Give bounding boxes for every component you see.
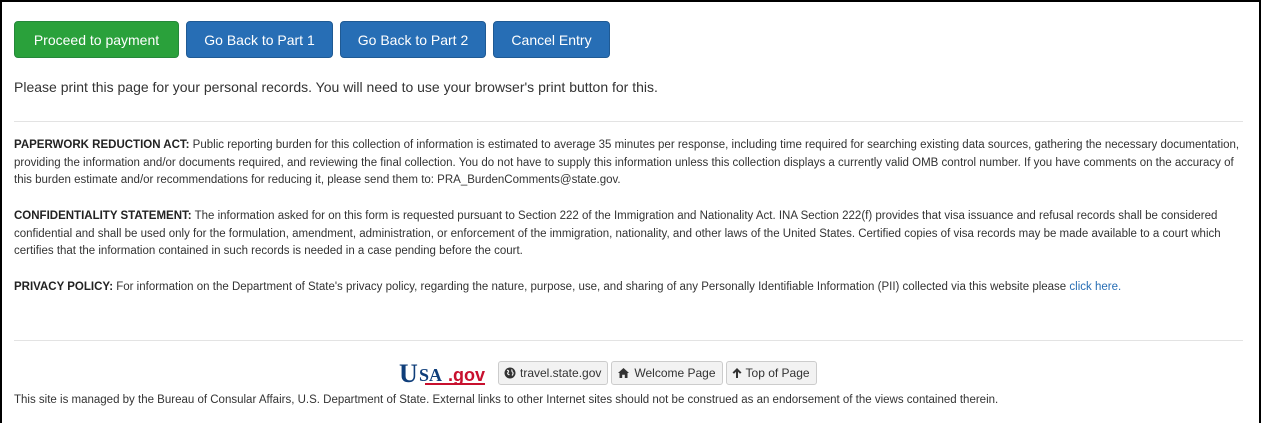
- go-back-part2-button[interactable]: Go Back to Part 2: [340, 21, 486, 58]
- welcome-page-button[interactable]: Welcome Page: [611, 361, 723, 385]
- cancel-entry-button[interactable]: Cancel Entry: [493, 21, 610, 58]
- welcome-page-label: Welcome Page: [634, 366, 716, 380]
- go-back-part1-button[interactable]: Go Back to Part 1: [186, 21, 333, 58]
- paperwork-heading: PAPERWORK REDUCTION ACT:: [14, 139, 190, 151]
- divider: [14, 340, 1243, 341]
- confidentiality-heading: CONFIDENTIALITY STATEMENT:: [14, 210, 192, 222]
- print-instruction: Please print this page for your personal…: [14, 79, 658, 95]
- action-button-bar: Proceed to payment Go Back to Part 1 Go …: [14, 21, 610, 58]
- privacy-policy: PRIVACY POLICY: For information on the D…: [14, 279, 1246, 297]
- footer-link-bar: U SA .gov travel.state.gov Welcome Page …: [399, 359, 817, 388]
- travel-state-gov-label: travel.state.gov: [520, 366, 602, 380]
- paperwork-reduction-act: PAPERWORK REDUCTION ACT: Public reportin…: [14, 137, 1246, 190]
- top-of-page-button[interactable]: Top of Page: [725, 361, 817, 385]
- privacy-body: For information on the Department of Sta…: [113, 281, 1070, 293]
- arrow-up-icon: [732, 367, 742, 379]
- paperwork-body: Public reporting burden for this collect…: [14, 139, 1240, 186]
- travel-state-gov-button[interactable]: travel.state.gov: [498, 361, 609, 385]
- site-managed-notice: This site is managed by the Bureau of Co…: [14, 394, 999, 406]
- usa-logo-underline: [425, 383, 485, 385]
- home-icon: [617, 367, 630, 379]
- privacy-heading: PRIVACY POLICY:: [14, 281, 114, 293]
- usa-gov-logo[interactable]: U SA .gov: [399, 359, 492, 388]
- usa-logo-u: U: [399, 359, 418, 388]
- top-of-page-label: Top of Page: [745, 366, 810, 380]
- proceed-to-payment-button[interactable]: Proceed to payment: [14, 21, 179, 58]
- globe-icon: [504, 367, 516, 379]
- confidentiality-statement: CONFIDENTIALITY STATEMENT: The informati…: [14, 208, 1246, 261]
- privacy-click-here-link[interactable]: click here.: [1069, 281, 1121, 293]
- confidentiality-body: The information asked for on this form i…: [14, 210, 1221, 257]
- divider: [14, 121, 1243, 122]
